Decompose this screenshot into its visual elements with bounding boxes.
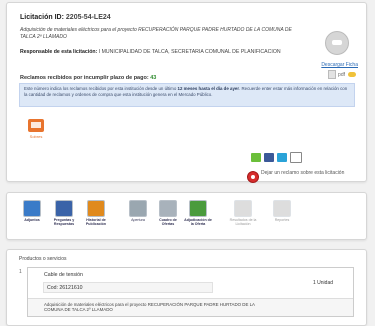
adjudicacion-button[interactable]: Adjudicación de la Oferta bbox=[183, 200, 213, 227]
help-icon bbox=[55, 200, 73, 217]
reportes-button[interactable]: Reportes bbox=[267, 200, 297, 222]
products-table: Cable de tensión Cod: 26121610 1 Unidad … bbox=[27, 267, 354, 317]
share-icons bbox=[251, 149, 305, 167]
reportes-label: Reportes bbox=[274, 218, 290, 222]
download-sheet-link[interactable]: Descargar Ficha bbox=[321, 62, 358, 68]
product-name: Cable de tensión bbox=[44, 272, 83, 278]
preguntas-button[interactable]: Preguntas y Respuestas bbox=[49, 200, 79, 227]
reclamo-button[interactable]: Dejar un reclamo sobre esta licitación bbox=[247, 170, 367, 183]
preguntas-label: Preguntas y Respuestas bbox=[53, 218, 75, 227]
products-title: Productos o servicios bbox=[19, 256, 67, 262]
adjudicacion-label: Adjudicación de la Oferta bbox=[184, 218, 212, 227]
resultados-label: Resultados de la Licitación bbox=[229, 218, 257, 227]
resultados-button[interactable]: Resultados de la Licitación bbox=[228, 200, 258, 227]
share-green-icon[interactable] bbox=[251, 153, 261, 163]
apertura-button[interactable]: Apertura bbox=[123, 200, 153, 222]
adjuntos-label: Adjuntos bbox=[24, 218, 40, 222]
licitacion-label: Licitación ID: bbox=[20, 14, 64, 21]
email-icon[interactable] bbox=[290, 152, 302, 164]
pdf-icon[interactable] bbox=[328, 70, 337, 79]
cuadro-ofertas-button[interactable]: Cuadro de Ofertas bbox=[153, 200, 183, 227]
claims-count-line: Reclamos recibidos por incumplir plazo d… bbox=[20, 75, 156, 81]
adjuntos-icon bbox=[23, 200, 41, 217]
envelope-icon bbox=[28, 119, 44, 132]
licitacion-description: Adquisición de materiales eléctricos par… bbox=[20, 27, 292, 40]
reclamo-label: Dejar un reclamo sobre esta licitación bbox=[261, 170, 345, 176]
reclamo-icon bbox=[247, 171, 259, 183]
responsible-value: I MUNICIPALIDAD DE TALCA, SECRETARIA COM… bbox=[98, 49, 281, 55]
apertura-label: Apertura bbox=[131, 218, 145, 222]
product-index: 1 bbox=[19, 269, 22, 275]
favorite-icon[interactable] bbox=[348, 72, 356, 77]
claims-count: 43 bbox=[150, 75, 157, 81]
notice-text-1: Este número indica los reclamos recibido… bbox=[24, 86, 177, 91]
licitacion-id: 2205-54-LE24 bbox=[65, 14, 111, 21]
product-code: Cod: 26121610 bbox=[43, 282, 213, 293]
historial-button[interactable]: Historial de Publicación bbox=[81, 200, 111, 227]
claims-notice: Este número indica los reclamos recibido… bbox=[19, 83, 355, 107]
cuadro-ofertas-label: Cuadro de Ofertas bbox=[159, 218, 177, 227]
claims-label: Reclamos recibidos por incumplir plazo d… bbox=[20, 75, 149, 81]
notice-bold: 12 meses hasta el día de ayer bbox=[177, 86, 240, 91]
historial-label: Historial de Publicación bbox=[85, 218, 107, 227]
product-description: Adquisición de materiales eléctricos par… bbox=[44, 302, 255, 313]
institution-seal-icon bbox=[325, 31, 349, 55]
sobres-button[interactable]: Sobres bbox=[25, 119, 47, 141]
resultados-icon bbox=[234, 200, 252, 217]
sobres-label: Sobres bbox=[29, 134, 43, 139]
product-quantity: 1 Unidad bbox=[312, 280, 333, 286]
adjuntos-button[interactable]: Adjuntos bbox=[17, 200, 47, 222]
products-panel: Productos o servicios 1 Cable de tensión… bbox=[6, 249, 367, 326]
responsible-label: Responsable de esta licitación: bbox=[20, 49, 98, 55]
actions-toolbar: Adjuntos Preguntas y Respuestas Historia… bbox=[6, 192, 367, 240]
licitacion-header: Licitación ID: 2205-54-LE24 bbox=[20, 14, 111, 21]
facebook-icon[interactable] bbox=[264, 153, 274, 163]
reportes-icon bbox=[273, 200, 291, 217]
adjudicacion-icon bbox=[189, 200, 207, 217]
cuadro-ofertas-icon bbox=[159, 200, 177, 217]
file-format-icons: pdf bbox=[328, 70, 356, 79]
responsible-info: Responsable de esta licitación: I MUNICI… bbox=[20, 49, 290, 56]
licitacion-panel: Licitación ID: 2205-54-LE24 Adquisición … bbox=[6, 2, 367, 183]
pdf-label: pdf bbox=[338, 71, 345, 78]
table-row: Cable de tensión Cod: 26121610 1 Unidad bbox=[28, 268, 353, 299]
history-icon bbox=[87, 200, 105, 217]
twitter-icon[interactable] bbox=[277, 153, 287, 163]
apertura-icon bbox=[129, 200, 147, 217]
